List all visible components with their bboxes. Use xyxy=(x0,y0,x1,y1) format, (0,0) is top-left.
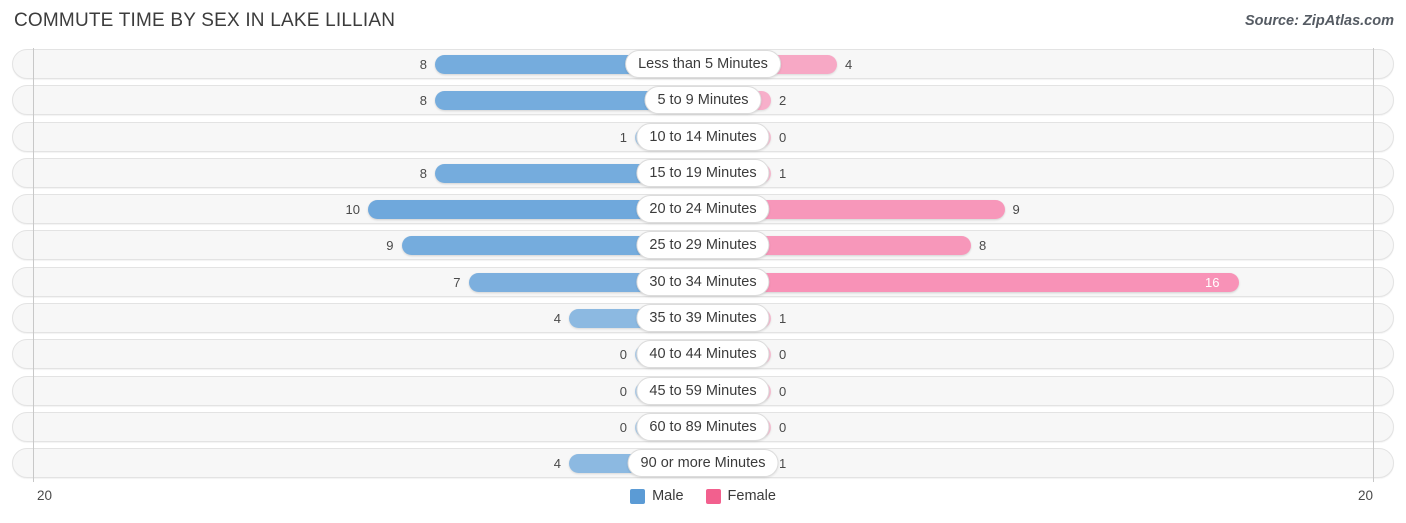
table-row: 8 4 Less than 5 Minutes xyxy=(0,46,1406,82)
table-row: 4 1 90 or more Minutes xyxy=(0,445,1406,481)
bar-female[interactable] xyxy=(703,272,1239,292)
category-label[interactable]: Less than 5 Minutes xyxy=(625,50,781,78)
legend-item-male[interactable]: Male xyxy=(630,488,684,504)
category-label[interactable]: 35 to 39 Minutes xyxy=(636,304,770,333)
category-label[interactable]: 20 to 24 Minutes xyxy=(636,195,770,224)
table-row: 0 0 60 to 89 Minutes xyxy=(0,409,1406,445)
axis-line-left xyxy=(33,48,34,482)
table-row: 4 1 35 to 39 Minutes xyxy=(0,300,1406,336)
bar-value-male: 0 xyxy=(619,347,627,363)
table-row: 9 8 25 to 29 Minutes xyxy=(0,227,1406,263)
category-label[interactable]: 60 to 89 Minutes xyxy=(636,412,770,441)
bar-value-male: 8 xyxy=(419,93,427,109)
bar-value-female: 16 xyxy=(1205,274,1220,290)
legend-label-male: Male xyxy=(652,488,684,504)
table-row: 8 2 5 to 9 Minutes xyxy=(0,82,1406,118)
bar-value-male: 10 xyxy=(345,202,360,218)
page-title: COMMUTE TIME BY SEX IN LAKE LILLIAN xyxy=(14,10,396,31)
axis-line-right xyxy=(1373,48,1374,482)
bar-value-female: 0 xyxy=(779,383,787,399)
category-label[interactable]: 40 to 44 Minutes xyxy=(636,340,770,369)
table-row: 7 16 30 to 34 Minutes xyxy=(0,264,1406,300)
chart-root: COMMUTE TIME BY SEX IN LAKE LILLIAN Sour… xyxy=(0,0,1406,523)
plot-area: 8 4 Less than 5 Minutes 8 2 5 to 9 Minutes 1 0 1… xyxy=(0,46,1406,484)
bar-value-male: 0 xyxy=(619,383,627,399)
bar-value-female: 0 xyxy=(779,419,787,435)
table-row: 8 1 15 to 19 Minutes xyxy=(0,155,1406,191)
legend-label-female: Female xyxy=(727,488,776,504)
table-row: 0 0 40 to 44 Minutes xyxy=(0,336,1406,372)
legend-item-female[interactable]: Female xyxy=(705,488,776,504)
legend-swatch-female-icon xyxy=(705,488,721,504)
legend-swatch-male-icon xyxy=(630,488,646,504)
legend: Male Female xyxy=(0,488,1406,504)
bar-value-female: 1 xyxy=(779,456,787,472)
bar-value-male: 0 xyxy=(619,419,627,435)
bar-value-male: 9 xyxy=(386,238,394,254)
category-label[interactable]: 15 to 19 Minutes xyxy=(636,158,770,187)
bar-value-female: 1 xyxy=(779,311,787,327)
bar-value-female: 4 xyxy=(845,57,853,72)
bar-value-male: 4 xyxy=(553,456,561,472)
table-row: 0 0 45 to 59 Minutes xyxy=(0,373,1406,409)
bar-value-female: 9 xyxy=(1012,202,1020,218)
bar-value-female: 2 xyxy=(779,93,787,109)
bar-value-male: 8 xyxy=(419,165,427,181)
chart-footer: 20 20 Male Female xyxy=(0,484,1406,523)
bar-value-male: 4 xyxy=(553,311,561,327)
source-label: Source: ZipAtlas.com xyxy=(1244,13,1394,29)
chart-header: COMMUTE TIME BY SEX IN LAKE LILLIAN Sour… xyxy=(0,0,1406,46)
category-label[interactable]: 25 to 29 Minutes xyxy=(636,231,770,260)
category-label[interactable]: 90 or more Minutes xyxy=(627,449,779,478)
bar-value-female: 8 xyxy=(979,238,987,254)
table-row: 1 0 10 to 14 Minutes xyxy=(0,119,1406,155)
bar-value-female: 1 xyxy=(779,165,787,181)
bar-value-male: 1 xyxy=(619,129,627,145)
bar-value-male: 8 xyxy=(419,57,427,72)
bar-value-male: 7 xyxy=(453,274,461,290)
category-label[interactable]: 30 to 34 Minutes xyxy=(636,267,770,296)
bar-value-female: 0 xyxy=(779,129,787,145)
category-label[interactable]: 5 to 9 Minutes xyxy=(644,86,762,115)
bar-rows: 8 4 Less than 5 Minutes 8 2 5 to 9 Minutes 1 0 1… xyxy=(0,46,1406,482)
bar-value-female: 0 xyxy=(779,347,787,363)
category-label[interactable]: 10 to 14 Minutes xyxy=(636,122,770,151)
table-row: 10 9 20 to 24 Minutes xyxy=(0,191,1406,227)
category-label[interactable]: 45 to 59 Minutes xyxy=(636,376,770,405)
